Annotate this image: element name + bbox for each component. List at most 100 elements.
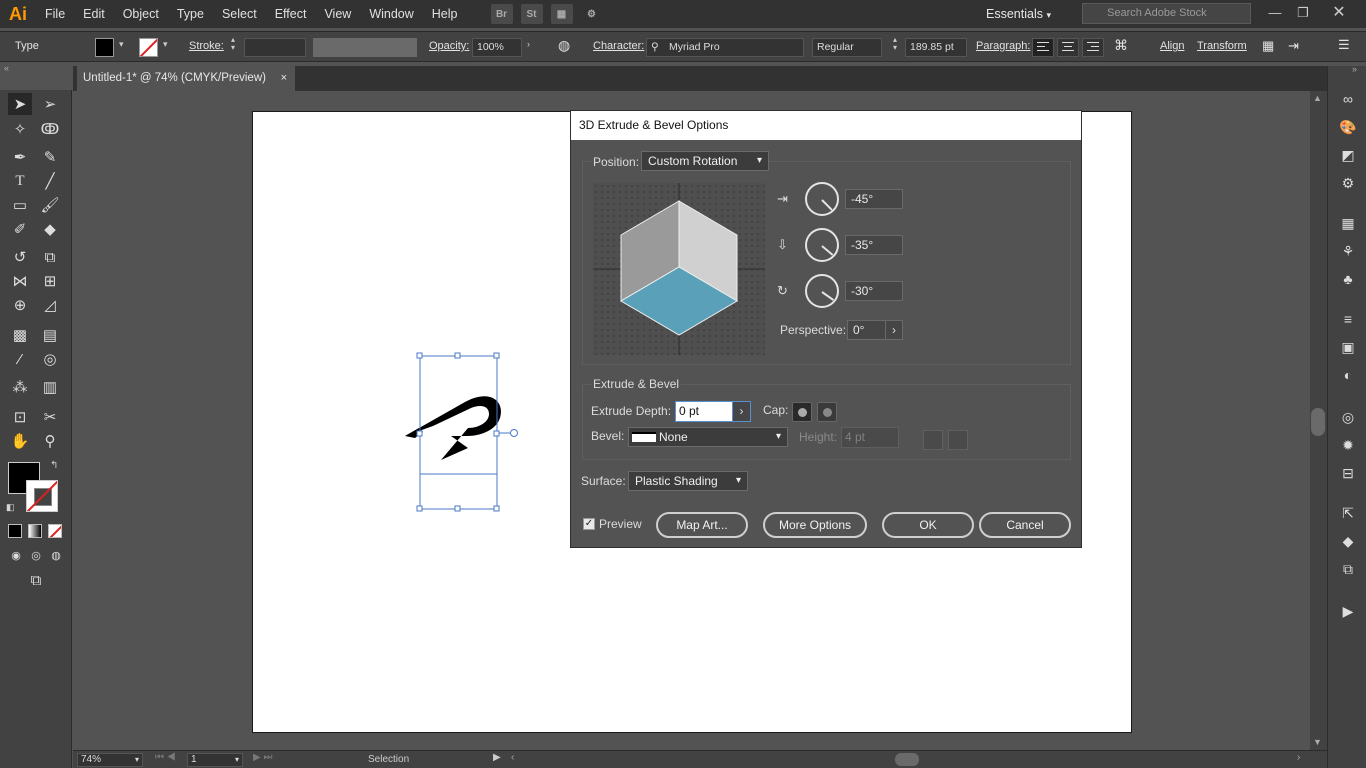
opacity-label[interactable]: Opacity:	[429, 40, 469, 52]
close-tab-icon[interactable]: ×	[281, 66, 287, 91]
artboard-number-field[interactable]: 1 ▾	[187, 753, 243, 767]
paintbrush-icon[interactable]: 🖌	[38, 194, 62, 216]
free-transform-icon[interactable]: ⊞	[38, 270, 62, 292]
brushes-icon[interactable]: ⚘	[1338, 242, 1358, 260]
color-mode-icon[interactable]	[8, 524, 22, 538]
z-rotation-field[interactable]: -30°	[845, 281, 903, 301]
align-right-button[interactable]	[1082, 38, 1104, 57]
layers-icon[interactable]: ◆	[1338, 532, 1358, 550]
width-tool-icon[interactable]: ⋈	[8, 270, 32, 292]
scale-tool-icon[interactable]: ⧉	[38, 246, 62, 268]
bevel-extent-in-button[interactable]	[923, 430, 943, 450]
rotate-tool-icon[interactable]: ↺	[8, 246, 32, 268]
none-mode-icon[interactable]	[48, 524, 62, 538]
stroke-weight-field[interactable]	[244, 38, 306, 57]
menu-file[interactable]: File	[36, 0, 74, 28]
symbol-sprayer-icon[interactable]: ⁂	[8, 376, 32, 398]
height-field[interactable]: 4 pt	[841, 427, 899, 448]
y-rotation-dial[interactable]	[805, 228, 839, 262]
curvature-tool-icon[interactable]: ✎	[38, 146, 62, 168]
scroll-right-icon[interactable]: ›	[1297, 752, 1300, 763]
menu-view[interactable]: View	[315, 0, 360, 28]
status-menu-icon[interactable]: ▶	[493, 752, 501, 763]
menu-help[interactable]: Help	[423, 0, 467, 28]
blend-tool-icon[interactable]: ◎	[38, 348, 62, 370]
dialog-title[interactable]: 3D Extrude & Bevel Options	[571, 111, 1081, 140]
color-themes-icon[interactable]: ⚙	[1338, 174, 1358, 192]
hand-tool-icon[interactable]: ✋	[8, 430, 32, 452]
shape-builder-icon[interactable]: ⊕	[8, 294, 32, 316]
gradient-panel-icon[interactable]: ▣	[1338, 338, 1358, 356]
bevel-extent-out-button[interactable]	[948, 430, 968, 450]
scroll-down-icon[interactable]: ▼	[1313, 737, 1322, 747]
preview-label[interactable]: Preview	[599, 517, 642, 531]
transparency-icon[interactable]: ◐	[1338, 366, 1358, 384]
color-guide-icon[interactable]: ◩	[1338, 146, 1358, 164]
close-window-button[interactable]: ✕	[1326, 2, 1352, 24]
shaper-tool-icon[interactable]: ✐	[8, 218, 32, 240]
isolate-icon[interactable]: ▦	[1262, 38, 1274, 54]
graphic-styles-icon[interactable]: ✹	[1338, 436, 1358, 454]
gradient-mode-icon[interactable]	[28, 524, 42, 538]
chevron-right-icon[interactable]: ›	[527, 39, 530, 49]
color-panel-icon[interactable]: 🎨	[1338, 118, 1358, 136]
eyedropper-icon[interactable]: ⁄	[8, 348, 32, 370]
x-rotation-field[interactable]: -45°	[845, 189, 903, 209]
font-family-field[interactable]: ⚲ Myriad Pro	[646, 38, 804, 57]
stroke-label[interactable]: Stroke:	[189, 40, 224, 52]
libraries-icon[interactable]: ∞	[1338, 90, 1358, 108]
chevron-down-icon[interactable]: ▾	[119, 39, 124, 50]
mesh-tool-icon[interactable]: ▩	[8, 324, 32, 346]
export-icon[interactable]: ⇱	[1338, 504, 1358, 522]
opacity-field[interactable]: 100%	[472, 38, 522, 57]
minimize-button[interactable]: —	[1262, 2, 1288, 24]
artboard-tool-icon[interactable]: ⊡	[8, 406, 32, 428]
eraser-icon[interactable]: ◆	[38, 218, 62, 240]
extruded-letter-r[interactable]	[405, 396, 502, 460]
cube-preview[interactable]	[593, 183, 765, 355]
font-style-field[interactable]: Regular	[812, 38, 882, 57]
more-options-button[interactable]: More Options	[763, 512, 867, 538]
screen-mode-icon[interactable]: ⧉	[24, 569, 48, 591]
rectangle-tool-icon[interactable]: ▭	[8, 194, 32, 216]
gradient-tool-icon[interactable]: ▤	[38, 324, 62, 346]
stroke-swatch[interactable]	[139, 38, 158, 57]
bevel-select[interactable]: None ▾	[628, 427, 788, 447]
line-tool-icon[interactable]: ╱	[38, 170, 62, 192]
chevron-down-icon[interactable]: ▾	[163, 39, 168, 50]
zoom-tool-icon[interactable]: ⚲	[38, 430, 62, 452]
search-stock-input[interactable]: Search Adobe Stock	[1082, 3, 1251, 24]
z-rotation-dial[interactable]	[805, 274, 839, 308]
surface-select[interactable]: Plastic Shading ▾	[628, 471, 748, 491]
menu-object[interactable]: Object	[114, 0, 168, 28]
scroll-left-icon[interactable]: ‹	[511, 752, 514, 763]
stepper-icon[interactable]: ▴ ▾	[893, 36, 897, 52]
x-rotation-dial[interactable]	[805, 182, 839, 216]
align-center-button[interactable]	[1057, 38, 1079, 57]
first-artboard-icon[interactable]: ⏮ ◀	[155, 752, 176, 763]
scroll-up-icon[interactable]: ▲	[1313, 93, 1322, 103]
menu-select[interactable]: Select	[213, 0, 266, 28]
actions-icon[interactable]: ▶	[1338, 602, 1358, 620]
warp-icon[interactable]: ⌘	[1114, 37, 1128, 54]
menu-window[interactable]: Window	[360, 0, 422, 28]
column-graph-icon[interactable]: ▥	[38, 376, 62, 398]
cancel-button[interactable]: Cancel	[979, 512, 1071, 538]
stepper-icon[interactable]: ▴ ▾	[231, 36, 235, 52]
horizontal-scroll-thumb[interactable]	[895, 753, 919, 766]
panel-menu-icon[interactable]: ☰	[1338, 37, 1350, 53]
arrange-icon[interactable]: ⇥	[1288, 38, 1299, 54]
gpu-performance-icon[interactable]: ⚙	[581, 4, 603, 24]
magic-wand-icon[interactable]: ✧	[8, 118, 32, 140]
character-label[interactable]: Character:	[593, 40, 644, 52]
vertical-scroll-thumb[interactable]	[1311, 408, 1325, 436]
font-size-field[interactable]: 189.85 pt	[905, 38, 967, 57]
stroke-color[interactable]	[26, 480, 58, 512]
extrude-depth-field[interactable]: 0 pt	[675, 401, 733, 422]
type-tool-icon[interactable]: T	[8, 170, 32, 192]
align-left-button[interactable]	[1032, 38, 1054, 57]
y-rotation-field[interactable]: -35°	[845, 235, 903, 255]
cap-on-button[interactable]	[792, 402, 812, 422]
cap-off-button[interactable]	[817, 402, 837, 422]
zoom-field[interactable]: 74% ▾	[77, 753, 143, 767]
